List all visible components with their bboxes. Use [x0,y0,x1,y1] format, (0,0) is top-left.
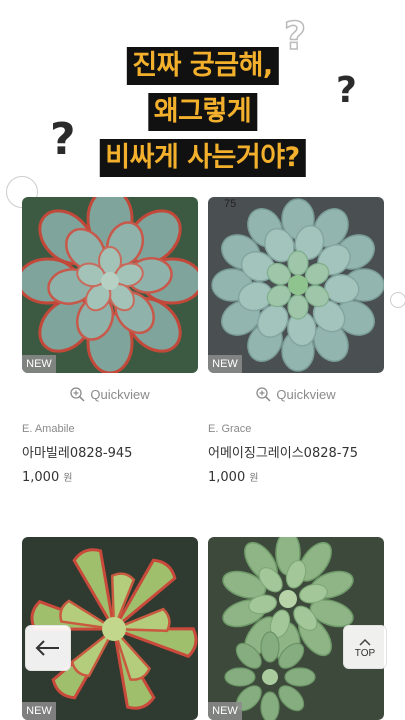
back-button[interactable] [25,625,71,671]
zoom-in-icon [70,387,85,402]
product-english-name: E. Amabile [22,423,75,435]
product-name[interactable]: 아마빌레0828-945 [22,442,132,461]
arrow-left-icon [35,640,59,656]
product-name[interactable]: 어메이징그레이스0828-75 [208,442,358,461]
banner-title-line: 왜그렇게 [147,93,258,131]
quickview-button[interactable]: Quickview [208,385,384,405]
quickview-label: Quickview [90,387,150,402]
top-label: TOP [354,648,376,659]
zoom-in-icon [256,387,271,402]
price-value: 1,000 [22,470,60,485]
question-mark-doodle: ? [283,13,307,59]
product-image[interactable]: NEW [22,197,198,373]
question-mark-doodle: ? [336,70,357,111]
new-badge: NEW [22,355,56,373]
product-english-name: E. Grace [208,423,252,435]
banner-title-line: 비싸게 사는거야? [99,139,306,177]
new-badge: NEW [208,355,242,373]
product-card[interactable]: NEW Quickview E. Amabile 아마빌레0828-945 1,… [22,197,198,497]
new-badge: NEW [22,702,56,720]
product-price: 1,000 원 [22,469,72,485]
price-currency: 원 [63,473,73,484]
pot-label: 75 [224,198,236,210]
quickview-button[interactable]: Quickview [22,385,198,405]
quickview-label: Quickview [276,387,336,402]
scroll-top-button[interactable]: TOP [343,625,387,669]
new-badge: NEW [208,702,242,720]
price-value: 1,000 [208,470,246,485]
banner-title-line: 진짜 궁금해, [126,47,279,85]
price-currency: 원 [249,473,259,484]
product-image[interactable]: 75 NEW [208,197,384,373]
circle-doodle [390,292,405,308]
product-price: 1,000 원 [208,469,258,485]
question-mark-doodle: ? [50,114,76,165]
product-card[interactable]: 75 NEW Quickview E. Grace 어메이징그레이스0828-7… [208,197,384,497]
